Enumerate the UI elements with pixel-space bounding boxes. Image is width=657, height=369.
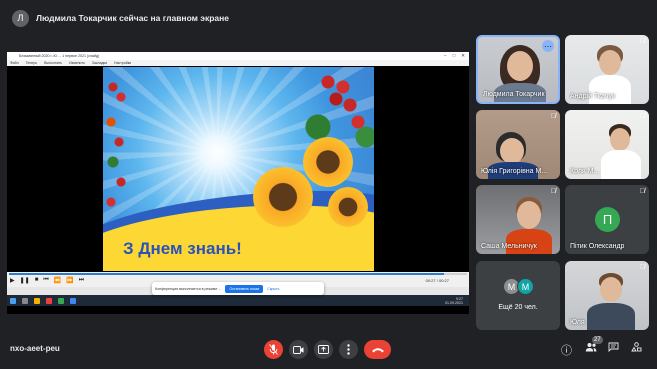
presentation-slide: З Днем знань! (103, 67, 374, 271)
presenter-banner-text: Людмила Токарчик сейчас на главном экран… (36, 13, 230, 23)
participant-avatar-stack: М M (503, 278, 534, 295)
stop-sharing-button[interactable]: Остановить показ (225, 284, 264, 293)
phone-hangup-icon (371, 347, 384, 352)
sunflower (328, 187, 368, 227)
participant-tile[interactable]: 🎙̸ Юлія Григорівна М... (476, 110, 560, 179)
menu-item[interactable]: Выполнить (44, 61, 62, 65)
presenter-banner: Л Людмила Токарчик сейчас на главном экр… (12, 8, 229, 28)
mic-off-icon: 🎙̸ (639, 113, 645, 120)
mic-off-icon: 🎙̸ (550, 188, 556, 195)
participant-name: Саша Мельничук (481, 243, 537, 250)
app-icon[interactable] (70, 297, 76, 304)
participant-name: Пітик Олександр (570, 243, 625, 250)
participant-avatar: M (517, 278, 534, 295)
participant-name: Юля (570, 319, 585, 326)
mic-toggle-button[interactable] (264, 340, 283, 359)
mic-off-icon: 🎙̸ (639, 38, 645, 45)
present-screen-button[interactable] (314, 340, 333, 359)
window-title-bar: Безымянный 2020 г.-Ю ... 1 первое 2021 (… (7, 52, 469, 60)
forward-icon[interactable]: ⏩ (66, 277, 73, 284)
participant-name: Андрій Ткачук (570, 93, 616, 100)
more-participants-label: Ещё 20 чел. (498, 304, 538, 311)
participant-name: Людмила Токарчик (483, 91, 545, 98)
participant-shirt (587, 303, 635, 330)
mic-off-icon: 🎙̸ (639, 264, 645, 271)
participant-name: Коля М... (570, 168, 600, 175)
camera-toggle-button[interactable] (289, 340, 308, 359)
participant-tile[interactable]: 🎙̸ Саша Мельничук (476, 185, 560, 254)
menu-item[interactable]: Закладки (92, 61, 107, 65)
start-icon[interactable] (10, 297, 16, 304)
progress-fill (9, 273, 445, 275)
presenter-avatar: Л (12, 9, 29, 27)
chat-icon[interactable] (608, 342, 619, 355)
participant-tile[interactable]: П 🎙̸ Пітик Олександр (565, 185, 649, 254)
windows-taskbar: 9:27 01.09.2021 (7, 295, 469, 306)
next-icon[interactable]: ⏭ (79, 277, 84, 284)
share-notice-text: Конференция выполняется в режиме ... (155, 286, 222, 291)
meeting-info-icon[interactable]: ⓘ (561, 342, 572, 358)
participant-name: Юлія Григорівна М... (481, 168, 548, 175)
shared-screen[interactable]: Безымянный 2020 г.-Ю ... 1 первое 2021 (… (7, 52, 469, 314)
window-title: Безымянный 2020 г.-Ю ... 1 первое 2021 (… (19, 54, 100, 58)
slide-greeting: З Днем знань! (123, 239, 242, 258)
maximize-icon[interactable]: □ (453, 53, 456, 59)
participant-face (507, 51, 533, 81)
hang-up-button[interactable] (364, 340, 391, 359)
more-options-icon[interactable]: ⋯ (542, 40, 554, 52)
minimize-icon[interactable]: – (444, 53, 447, 59)
participant-tile[interactable]: 🎙̸ Коля М... (565, 110, 649, 179)
hide-notice-button[interactable]: Скрыть (267, 287, 279, 291)
activities-icon[interactable] (631, 342, 642, 355)
participant-face (610, 128, 630, 151)
more-vert-icon (347, 344, 350, 355)
participant-avatar: П (595, 207, 620, 232)
rewind-icon[interactable]: ⏪ (54, 277, 61, 284)
playback-time: 00:27 / 00:27 (425, 278, 449, 283)
previous-icon[interactable]: ⏮ (43, 277, 48, 284)
meeting-code: nxo-aeet-peu (10, 344, 60, 353)
participant-face (599, 50, 621, 75)
menu-item[interactable]: Теперь (26, 61, 38, 65)
mic-off-icon: 🎙̸ (639, 188, 645, 195)
sunflower (253, 167, 313, 227)
window-menu-bar: Файл Теперь Выполнить Изменить Закладки … (7, 60, 469, 66)
participant-face (500, 138, 524, 164)
mic-off-icon (269, 344, 278, 355)
present-icon (318, 345, 329, 354)
participant-tile[interactable]: 🎙̸ Андрій Ткачук (565, 35, 649, 104)
participant-tile[interactable]: ⋯ Людмила Токарчик (476, 35, 560, 104)
participant-face (600, 277, 622, 302)
more-participants-tile[interactable]: М M Ещё 20 чел. (476, 261, 560, 330)
participant-shirt (506, 229, 552, 254)
participant-shirt (601, 150, 641, 179)
app-icon[interactable] (58, 297, 64, 304)
participant-count-badge: 27 (592, 336, 603, 344)
menu-item[interactable]: Настройки (114, 61, 131, 65)
folder-icon[interactable] (34, 297, 40, 304)
close-icon[interactable]: ✕ (461, 53, 465, 59)
screen-share-notice: Конференция выполняется в режиме ... Ост… (152, 282, 324, 295)
mic-off-icon: 🎙̸ (550, 113, 556, 120)
taskbar-clock: 9:27 01.09.2021 (445, 296, 463, 305)
stop-icon[interactable]: ■ (35, 277, 39, 284)
play-icon[interactable]: ▶ (10, 277, 15, 284)
menu-item[interactable]: Файл (10, 61, 19, 65)
camera-icon (293, 345, 304, 354)
viburnum-berries-left (103, 67, 131, 217)
pause-icon[interactable]: ❚❚ (20, 277, 30, 284)
menu-item[interactable]: Изменить (69, 61, 85, 65)
participant-face (517, 201, 541, 229)
more-options-button[interactable] (339, 340, 358, 359)
participant-tile[interactable]: 🎙̸ Юля (565, 261, 649, 330)
search-icon[interactable] (22, 297, 28, 304)
chrome-icon[interactable] (46, 297, 52, 304)
playback-progress[interactable] (9, 273, 467, 275)
sunflower (303, 137, 353, 187)
